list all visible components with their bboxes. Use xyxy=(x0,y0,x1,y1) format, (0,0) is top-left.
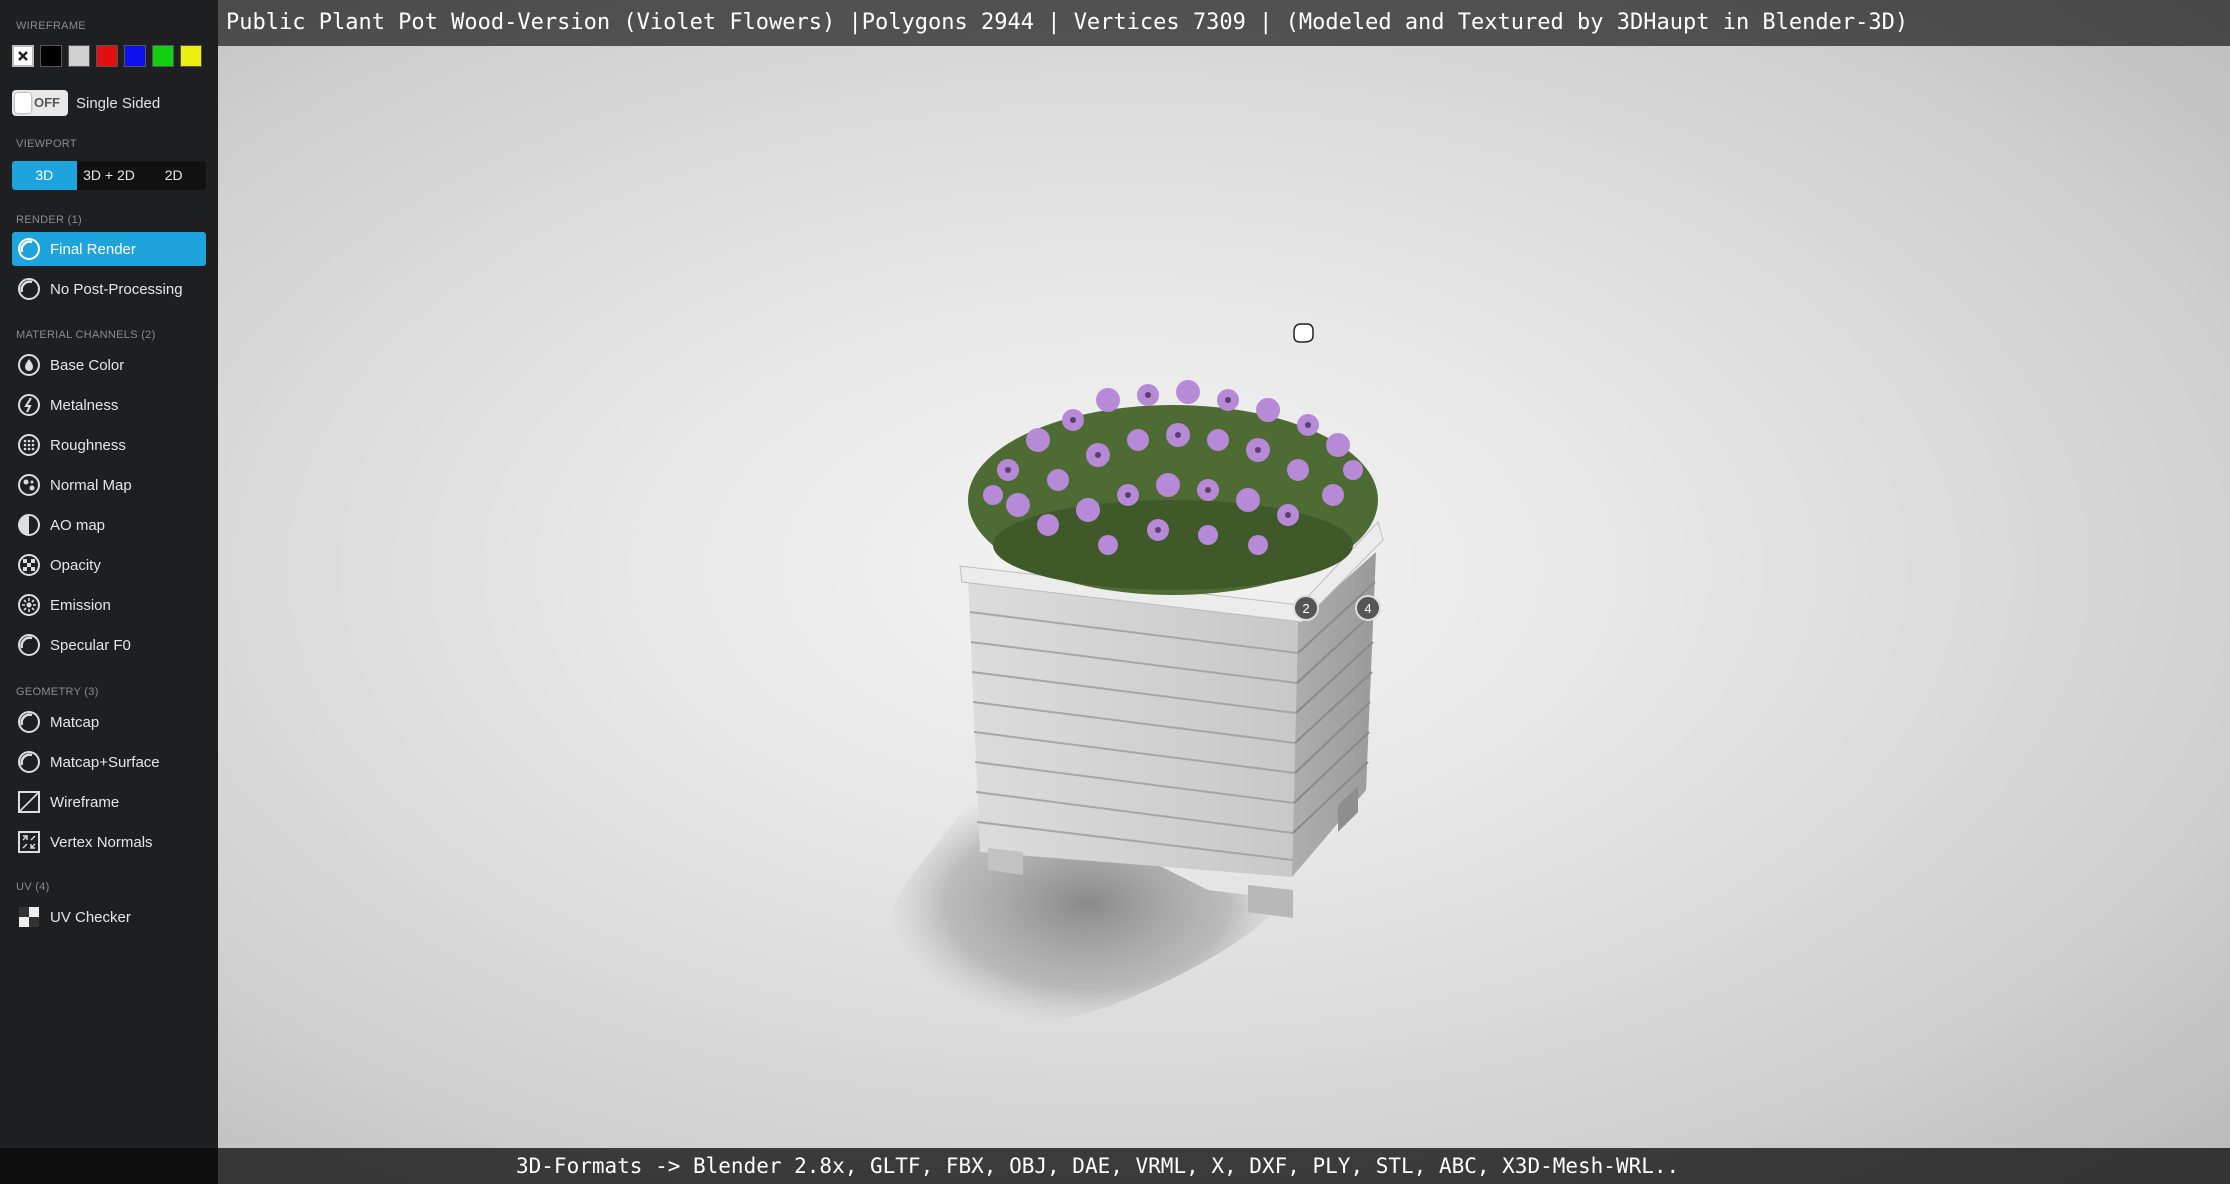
ao-map-item[interactable]: AO map xyxy=(12,508,206,542)
matcap-icon xyxy=(16,709,42,735)
vertex-normals-icon xyxy=(16,829,42,855)
3d-viewport[interactable]: 2 4 xyxy=(218,0,2230,1184)
metalness-item[interactable]: Metalness xyxy=(12,388,206,422)
uv-checker-item[interactable]: UV Checker xyxy=(12,900,206,934)
metalness-label: Metalness xyxy=(50,396,119,414)
opacity-item[interactable]: Opacity xyxy=(12,548,206,582)
opacity-label: Opacity xyxy=(50,556,101,574)
ao-map-icon xyxy=(16,512,42,538)
formats-bar: 3D-Formats -> Blender 2.8x, GLTF, FBX, O… xyxy=(218,1148,2230,1184)
annotation-4-label: 4 xyxy=(1364,601,1371,616)
vertex-normals-item[interactable]: Vertex Normals xyxy=(12,825,206,859)
matcap-surface-item[interactable]: Matcap+Surface xyxy=(12,745,206,779)
final-render-label: Final Render xyxy=(50,240,136,258)
matcap-label: Matcap xyxy=(50,713,100,731)
final-render-item[interactable]: Final Render xyxy=(12,232,206,266)
toggle-knob xyxy=(15,93,31,113)
emission-item[interactable]: Emission xyxy=(12,588,206,622)
no-post-processing-item[interactable]: No Post-Processing xyxy=(12,272,206,306)
matcap-item[interactable]: Matcap xyxy=(12,705,206,739)
white-swatch[interactable] xyxy=(68,45,90,67)
single-sided-label: Single Sided xyxy=(76,95,161,112)
specular-f0-label: Specular F0 xyxy=(50,636,131,654)
sidebar-footer xyxy=(0,1148,218,1184)
base-color-item[interactable]: Base Color xyxy=(12,348,206,382)
model-title: Public Plant Pot Wood-Version (Violet Fl… xyxy=(226,10,1909,35)
matcap-surface-label: Matcap+Surface xyxy=(50,753,160,771)
normal-map-label: Normal Map xyxy=(50,476,132,494)
wireframe-off-swatch[interactable] xyxy=(12,45,34,67)
normal-map-item[interactable]: Normal Map xyxy=(12,468,206,502)
no-post-processing-icon xyxy=(16,276,42,302)
emission-icon xyxy=(16,592,42,618)
toggle-state: OFF xyxy=(34,95,60,110)
violet-flowers xyxy=(968,380,1378,595)
viewport-section-label: VIEWPORT xyxy=(16,138,77,150)
ao-map-label: AO map xyxy=(50,516,106,534)
plant-pot-model: 2 4 xyxy=(885,323,1384,1026)
uv-section-label: UV (4) xyxy=(16,881,50,893)
opacity-icon xyxy=(16,552,42,578)
roughness-item[interactable]: Roughness xyxy=(12,428,206,462)
annotation-2-label: 2 xyxy=(1302,601,1309,616)
wireframe-icon xyxy=(16,789,42,815)
uv-checker-icon xyxy=(16,904,42,930)
roughness-icon xyxy=(16,432,42,458)
specular-f0-icon xyxy=(16,632,42,658)
material-section-label: MATERIAL CHANNELS (2) xyxy=(16,329,156,341)
formats-text: 3D-Formats -> Blender 2.8x, GLTF, FBX, O… xyxy=(516,1154,1680,1178)
green-swatch[interactable] xyxy=(152,45,174,67)
annotation-4[interactable]: 4 xyxy=(1355,595,1381,621)
geometry-section-label: GEOMETRY (3) xyxy=(16,686,99,698)
metalness-icon xyxy=(16,392,42,418)
viewport-2d-button[interactable]: 2D xyxy=(141,161,206,190)
yellow-swatch[interactable] xyxy=(180,45,202,67)
final-render-icon xyxy=(16,236,42,262)
close-icon xyxy=(18,51,28,61)
blue-swatch[interactable] xyxy=(124,45,146,67)
wireframe-label: Wireframe xyxy=(50,793,120,811)
uv-checker-label: UV Checker xyxy=(50,908,131,926)
title-bar: Public Plant Pot Wood-Version (Violet Fl… xyxy=(218,0,2230,46)
wireframe-item[interactable]: Wireframe xyxy=(12,785,206,819)
specular-f0-item[interactable]: Specular F0 xyxy=(12,628,206,662)
black-swatch[interactable] xyxy=(40,45,62,67)
model-inspector-sidebar: WIREFRAME OFF Single Sided VIEWPORT 3D 3… xyxy=(0,0,218,1184)
matcap-surface-icon xyxy=(16,749,42,775)
single-sided-toggle[interactable]: OFF xyxy=(12,90,68,116)
emission-label: Emission xyxy=(50,596,111,614)
red-swatch[interactable] xyxy=(96,45,118,67)
viewport-3d-2d-button[interactable]: 3D + 2D xyxy=(77,161,142,190)
viewport-mode-selector: 3D 3D + 2D 2D xyxy=(12,161,206,190)
no-post-processing-label: No Post-Processing xyxy=(50,280,183,298)
render-section-label: RENDER (1) xyxy=(16,214,82,226)
base-color-label: Base Color xyxy=(50,356,125,374)
normal-map-icon xyxy=(16,472,42,498)
roughness-label: Roughness xyxy=(50,436,126,454)
base-color-icon xyxy=(16,352,42,378)
annotation-2[interactable]: 2 xyxy=(1293,595,1319,621)
wireframe-section-label: WIREFRAME xyxy=(16,20,86,32)
vertex-normals-label: Vertex Normals xyxy=(50,833,153,851)
hand-cursor-icon xyxy=(1293,323,1314,343)
viewport-3d-button[interactable]: 3D xyxy=(12,161,77,190)
